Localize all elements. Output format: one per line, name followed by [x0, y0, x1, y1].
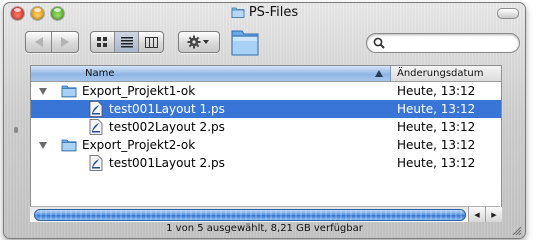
list-view-icon	[120, 36, 133, 47]
list-item-selected[interactable]: test001Layout 1.ps Heute, 13:12	[31, 100, 501, 118]
current-folder-icon[interactable]	[230, 25, 260, 61]
file-list: Name Änderungsdatum Export_Projekt1-ok H…	[30, 65, 502, 217]
toolbar-toggle-button[interactable]	[497, 8, 519, 19]
list-view-button[interactable]	[114, 32, 140, 52]
icon-view-icon	[96, 36, 107, 47]
scrollbar-thumb[interactable]	[34, 209, 466, 221]
search-icon	[373, 37, 385, 49]
status-bar-text: 1 von 5 ausgewählt, 8,21 GB verfügbar	[166, 223, 363, 234]
list-item[interactable]: Export_Projekt2-ok Heute, 13:12	[31, 136, 501, 154]
item-name: Export_Projekt1-ok	[82, 84, 196, 98]
gear-icon	[187, 35, 209, 49]
scroll-right-icon: ▶	[491, 210, 497, 219]
forward-arrow-icon	[61, 37, 69, 47]
column-view-icon	[144, 36, 158, 48]
item-date: Heute, 13:12	[397, 120, 476, 134]
folder-icon	[61, 139, 77, 152]
list-header: Name Änderungsdatum	[31, 66, 501, 82]
scroll-left-icon: ◀	[474, 210, 480, 219]
name-column-label: Name	[85, 68, 115, 79]
window-title-bar: PS-Files	[4, 5, 525, 22]
folder-icon	[61, 85, 77, 98]
sort-ascending-icon	[375, 70, 383, 77]
forward-button[interactable]	[52, 32, 78, 52]
item-date: Heute, 13:12	[397, 102, 476, 116]
window-title: PS-Files	[248, 5, 299, 20]
search-field[interactable]	[366, 33, 520, 53]
item-name: test001Layout 2.ps	[109, 156, 225, 170]
icon-view-button[interactable]	[91, 32, 115, 52]
item-name: test002Layout 2.ps	[109, 120, 225, 134]
item-name: test001Layout 1.ps	[109, 102, 225, 116]
action-menu-button[interactable]	[178, 31, 220, 53]
item-date: Heute, 13:12	[397, 84, 476, 98]
resize-grip-icon[interactable]	[511, 225, 521, 235]
back-forward-control	[25, 31, 79, 53]
list-item[interactable]: test002Layout 2.ps Heute, 13:12	[31, 118, 501, 136]
item-date: Heute, 13:12	[397, 156, 476, 170]
disclosure-triangle-icon[interactable]	[39, 142, 47, 149]
disclosure-triangle-icon[interactable]	[39, 88, 47, 95]
list-item[interactable]: Export_Projekt1-ok Heute, 13:12	[31, 82, 501, 100]
item-name: Export_Projekt2-ok	[82, 138, 196, 152]
view-mode-control	[90, 31, 164, 53]
sidebar-splitter-handle[interactable]	[14, 127, 18, 133]
postscript-file-icon	[89, 155, 103, 171]
column-view-button[interactable]	[139, 32, 163, 52]
list-item[interactable]: test001Layout 2.ps Heute, 13:12	[31, 154, 501, 172]
scroll-left-button[interactable]: ◀	[468, 207, 485, 222]
postscript-file-icon	[89, 101, 103, 117]
scroll-right-button[interactable]: ▶	[485, 207, 502, 222]
horizontal-scrollbar[interactable]: ◀ ▶	[30, 206, 502, 222]
postscript-file-icon	[89, 119, 103, 135]
date-column-header[interactable]: Änderungsdatum	[397, 66, 484, 81]
back-arrow-icon	[34, 37, 43, 47]
folder-icon	[231, 6, 245, 22]
finder-window: PS-Files Name Änderungsdatum Export_Proj…	[3, 2, 526, 239]
item-date: Heute, 13:12	[397, 138, 476, 152]
search-input[interactable]	[389, 35, 513, 51]
name-column-header[interactable]: Name	[31, 66, 391, 81]
back-button[interactable]	[26, 32, 52, 52]
